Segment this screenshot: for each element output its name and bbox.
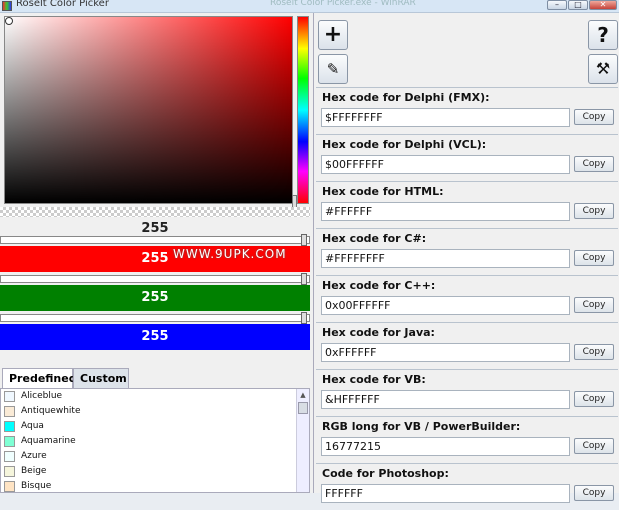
color-swatch: [4, 391, 15, 402]
code-row: Hex code for Java: 0xFFFFFF Copy: [316, 322, 618, 369]
copy-button[interactable]: Copy: [574, 485, 614, 501]
alpha-slider-thumb[interactable]: [301, 234, 307, 246]
tab-custom[interactable]: Custom: [73, 368, 129, 388]
list-item[interactable]: Aquamarine: [1, 434, 309, 449]
code-label: Hex code for Delphi (VCL):: [322, 138, 487, 151]
sv-picker-marker[interactable]: [5, 17, 13, 25]
eyedropper-icon: ✎: [326, 60, 340, 78]
green-slider-thumb[interactable]: [301, 312, 307, 324]
scroll-up-arrow-icon[interactable]: ▲: [297, 389, 309, 401]
code-row: Hex code for Delphi (VCL): $00FFFFFF Copy: [316, 134, 618, 181]
green-slider[interactable]: [0, 312, 310, 324]
list-scrollbar[interactable]: ▲: [296, 389, 309, 492]
watermark-text: WWW.9UPK.COM: [173, 247, 287, 261]
code-label: RGB long for VB / PowerBuilder:: [322, 420, 521, 433]
code-label: Hex code for C++:: [322, 279, 436, 292]
code-label: Hex code for Delphi (FMX):: [322, 91, 490, 104]
code-value-field[interactable]: #FFFFFFFF: [321, 249, 570, 268]
help-button[interactable]: ?: [588, 20, 618, 50]
minimize-button[interactable]: –: [547, 0, 567, 10]
color-swatch: [4, 466, 15, 477]
code-value-field[interactable]: $FFFFFFFF: [321, 108, 570, 127]
code-row: Code for Photoshop: FFFFFF Copy: [316, 463, 618, 510]
maximize-button[interactable]: □: [568, 0, 588, 10]
list-item[interactable]: Bisque: [1, 479, 309, 492]
blue-value-bar: 255: [0, 324, 310, 350]
code-row: Hex code for C++: 0x00FFFFFF Copy: [316, 275, 618, 322]
code-value-field[interactable]: FFFFFF: [321, 484, 570, 503]
code-rows: Hex code for Delphi (FMX): $FFFFFFFF Copy H…: [316, 87, 618, 510]
code-value-field[interactable]: &HFFFFFF: [321, 390, 570, 409]
plus-icon: +: [323, 22, 343, 47]
copy-button[interactable]: Copy: [574, 109, 614, 125]
list-item-label: Aliceblue: [21, 391, 63, 401]
list-item[interactable]: Antiquewhite: [1, 404, 309, 419]
green-value-bar: 255: [0, 285, 310, 311]
alpha-slider[interactable]: [0, 234, 310, 246]
list-item[interactable]: Aqua: [1, 419, 309, 434]
copy-button[interactable]: Copy: [574, 250, 614, 266]
hue-slider[interactable]: [297, 16, 309, 204]
red-slider[interactable]: [0, 273, 310, 285]
code-row: Hex code for Delphi (FMX): $FFFFFFFF Copy: [316, 87, 618, 134]
code-value-field[interactable]: 0x00FFFFFF: [321, 296, 570, 315]
color-swatch: [4, 436, 15, 447]
app-icon: [2, 1, 12, 11]
predefined-color-list[interactable]: Aliceblue Antiquewhite Aqua Aquamarine Azure…: [0, 388, 310, 493]
color-swatch: [4, 421, 15, 432]
code-label: Hex code for Java:: [322, 326, 435, 339]
close-button[interactable]: ✕: [589, 0, 617, 10]
window-title: Roselt Color Picker: [16, 0, 109, 9]
code-label: Code for Photoshop:: [322, 467, 449, 480]
saturation-value-picker[interactable]: [4, 16, 293, 204]
tab-predefined[interactable]: Predefined: [2, 368, 77, 388]
color-swatch: [4, 451, 15, 462]
help-icon: ?: [597, 23, 609, 47]
copy-button[interactable]: Copy: [574, 156, 614, 172]
code-row: Hex code for C#: #FFFFFFFF Copy: [316, 228, 618, 275]
red-slider-thumb[interactable]: [301, 273, 307, 285]
color-swatch: [4, 481, 15, 492]
code-output-panel: + ✎ ? ⚒ Hex code for Delphi (FMX): $FFFFF…: [314, 13, 619, 503]
list-item-label: Beige: [21, 466, 47, 476]
copy-button[interactable]: Copy: [574, 438, 614, 454]
copy-button[interactable]: Copy: [574, 297, 614, 313]
code-label: Hex code for HTML:: [322, 185, 444, 198]
code-value-field[interactable]: 16777215: [321, 437, 570, 456]
settings-button[interactable]: ⚒: [588, 54, 618, 84]
add-color-button[interactable]: +: [318, 20, 348, 50]
copy-button[interactable]: Copy: [574, 344, 614, 360]
code-row: Hex code for HTML: #FFFFFF Copy: [316, 181, 618, 228]
list-item-label: Antiquewhite: [21, 406, 81, 416]
code-row: RGB long for VB / PowerBuilder: 16777215 C…: [316, 416, 618, 463]
tools-icon: ⚒: [595, 59, 611, 78]
eyedropper-button[interactable]: ✎: [318, 54, 348, 84]
code-value-field[interactable]: $00FFFFFF: [321, 155, 570, 174]
list-item-label: Aqua: [21, 421, 44, 431]
list-item-label: Azure: [21, 451, 47, 461]
code-label: Hex code for VB:: [322, 373, 426, 386]
scroll-thumb[interactable]: [298, 402, 308, 414]
list-item-label: Bisque: [21, 481, 52, 491]
code-value-field[interactable]: 0xFFFFFF: [321, 343, 570, 362]
code-row: Hex code for VB: &HFFFFFF Copy: [316, 369, 618, 416]
alpha-checkerboard[interactable]: [0, 207, 310, 217]
copy-button[interactable]: Copy: [574, 203, 614, 219]
list-item-label: Aquamarine: [21, 436, 76, 446]
code-label: Hex code for C#:: [322, 232, 427, 245]
list-item[interactable]: Azure: [1, 449, 309, 464]
list-item[interactable]: Beige: [1, 464, 309, 479]
title-bar: Roselt Color Picker Roselt Color Picker.…: [0, 0, 619, 13]
code-value-field[interactable]: #FFFFFF: [321, 202, 570, 221]
list-item[interactable]: Aliceblue: [1, 389, 309, 404]
color-list-tabs: Predefined Custom: [0, 368, 310, 389]
background-window-title: Roselt Color Picker.exe - WinRAR: [270, 0, 416, 8]
color-editor-panel: 255 255 WWW.9UPK.COM 255 255 Predefined …: [0, 13, 314, 493]
color-swatch: [4, 406, 15, 417]
copy-button[interactable]: Copy: [574, 391, 614, 407]
